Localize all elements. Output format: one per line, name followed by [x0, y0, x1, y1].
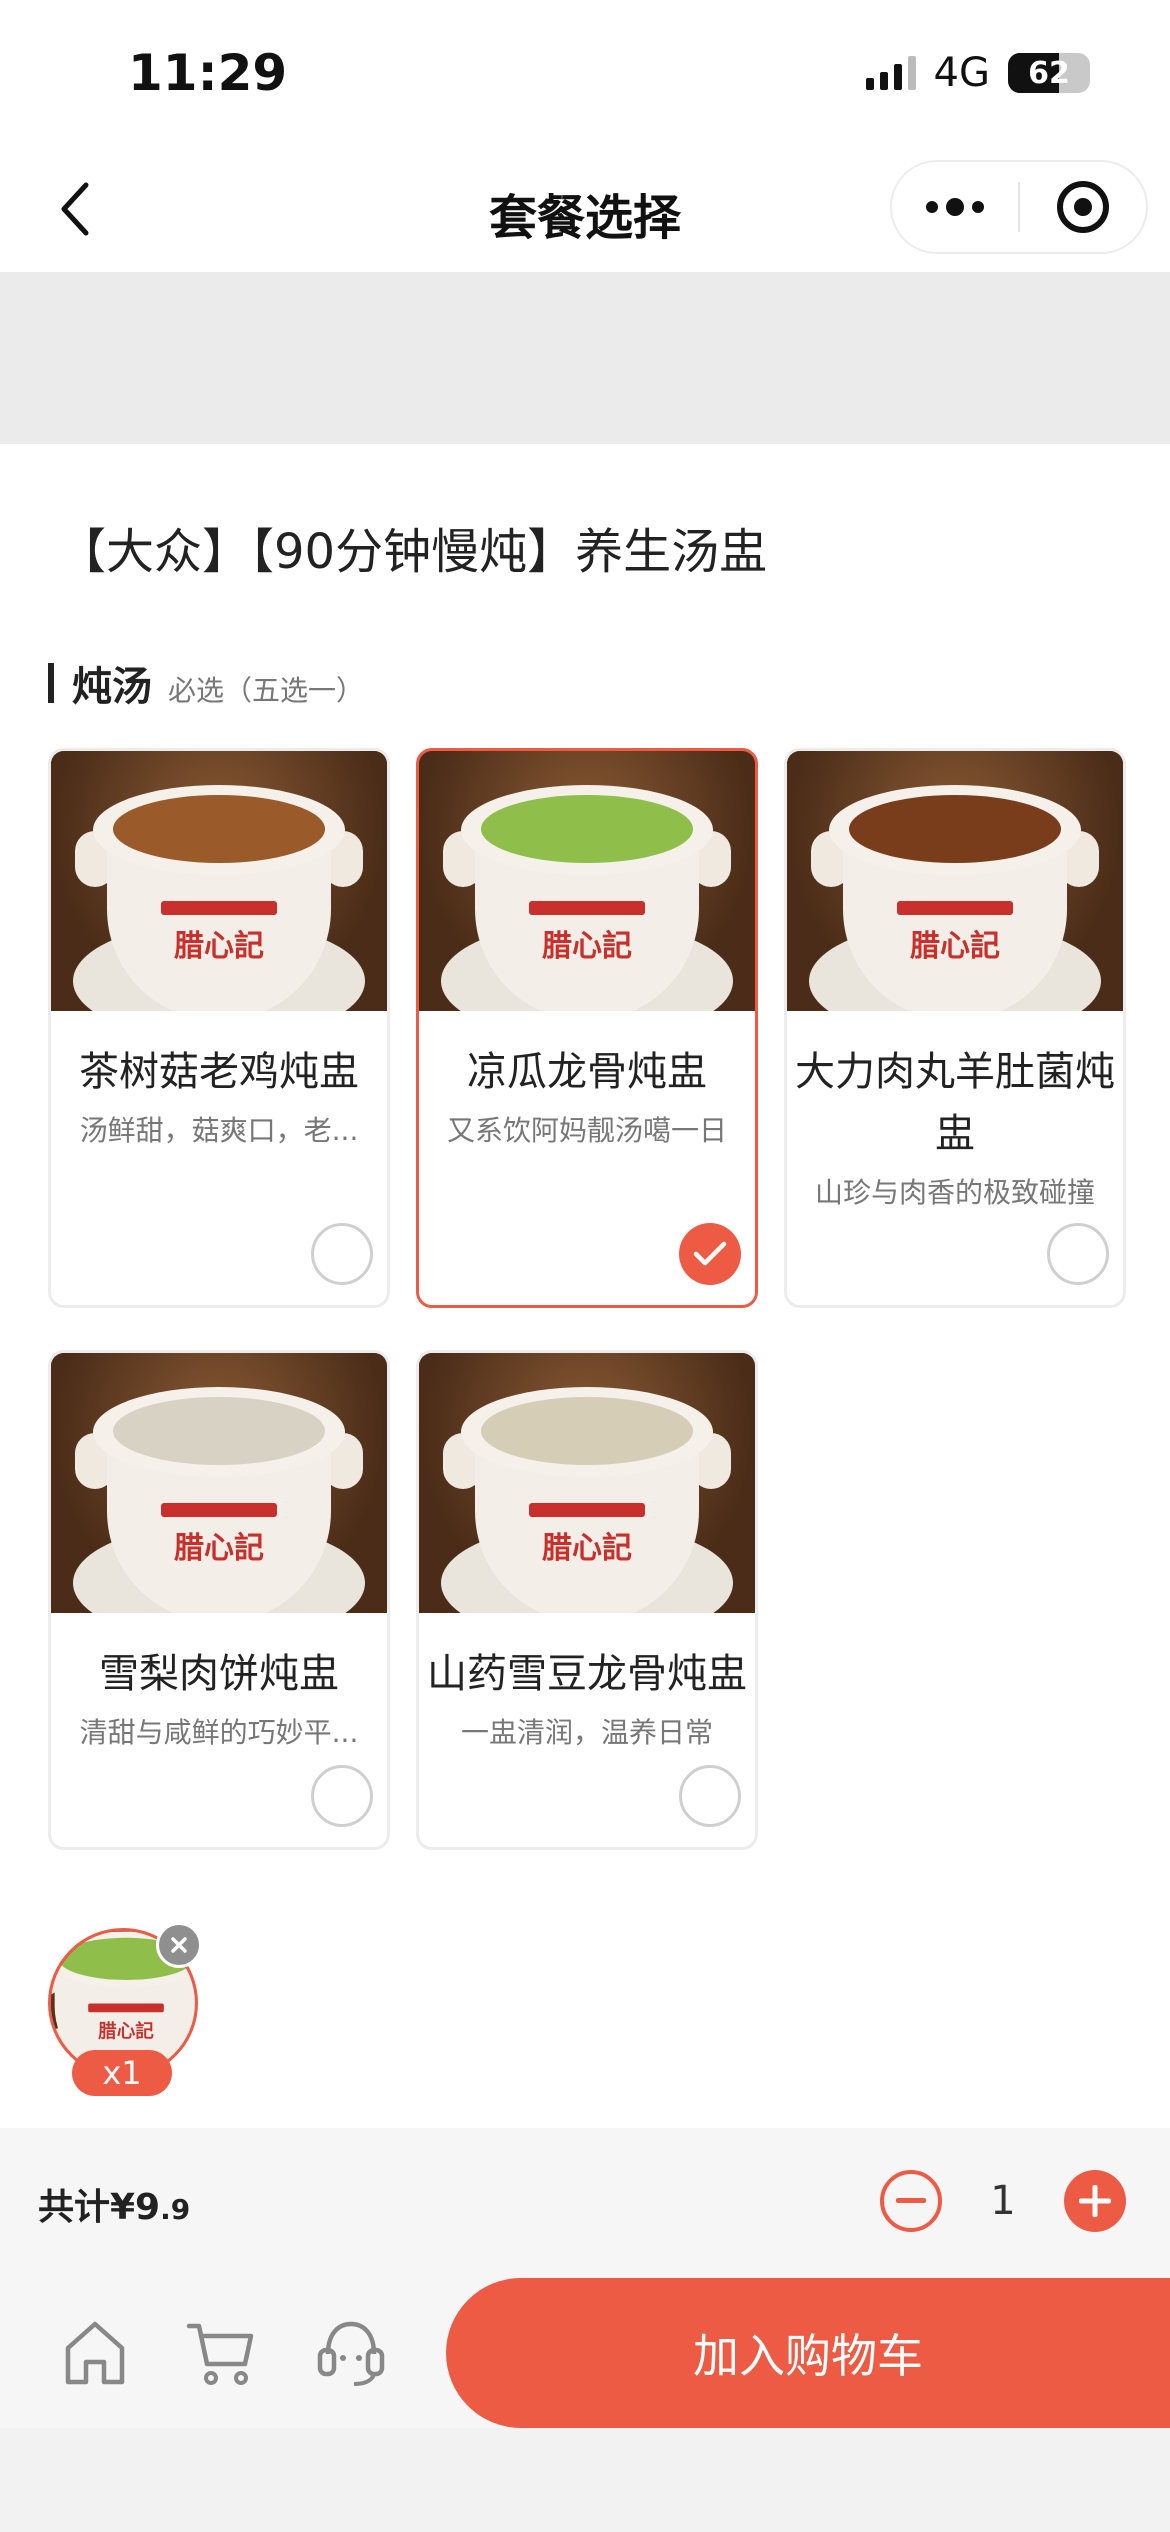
- selected-qty-badge: x1: [72, 2050, 172, 2096]
- option-card[interactable]: 腊心記大力肉丸羊肚菌炖盅山珍与肉香的极致碰撞: [784, 748, 1126, 1308]
- more-dots-icon: [926, 198, 984, 216]
- pot-logo: 腊心記: [174, 929, 264, 964]
- target-icon: [1057, 181, 1109, 233]
- product-title: 【大众】【90分钟慢炖】养生汤盅: [58, 524, 768, 580]
- selected-item-chip: 腊心記 x1: [48, 1922, 208, 2098]
- dish-photo: 腊心記: [51, 1353, 387, 1613]
- pot-logo: 腊心記: [174, 1531, 264, 1566]
- quantity-value: 1: [990, 2178, 1016, 2224]
- option-name: 大力肉丸羊肚菌炖盅: [795, 1049, 1115, 1157]
- pot-logo: 腊心記: [542, 929, 632, 964]
- soup: [481, 1397, 693, 1465]
- increment-button[interactable]: [1064, 2170, 1126, 2232]
- cart-icon[interactable]: [184, 2316, 258, 2390]
- total-price-cents: .9: [160, 2193, 191, 2226]
- pot-band: [161, 1503, 277, 1517]
- status-bar: 11:29 4G 62: [0, 0, 1170, 150]
- home-indicator-area: [0, 2428, 1170, 2532]
- battery-level: 62: [1028, 55, 1070, 91]
- pot-logo: 腊心記: [98, 2020, 154, 2043]
- total-price: 共计¥9.9: [38, 2178, 190, 2230]
- nav-bar: 套餐选择: [0, 150, 1170, 272]
- radio-icon[interactable]: [311, 1765, 373, 1827]
- add-to-cart-button[interactable]: 加入购物车: [446, 2278, 1170, 2428]
- section-note: 必选（五选一）: [168, 674, 365, 707]
- main-content: 【大众】【90分钟慢炖】养生汤盅 炖汤 必选（五选一） 腊心記 茶树菇老鸡炖盅 汤鲜…: [0, 444, 1170, 2128]
- dish-photo: 腊心記: [419, 751, 755, 1011]
- radio-icon[interactable]: [311, 1223, 373, 1285]
- pot-logo: 腊心記: [910, 929, 1000, 964]
- pot-band: [161, 901, 277, 915]
- dish-photo: 腊心記: [51, 751, 387, 1011]
- option-desc: 清甜与咸鲜的巧妙平...: [79, 1716, 359, 1749]
- dish-photo: 腊心記: [787, 751, 1123, 1011]
- soup: [113, 1397, 325, 1465]
- status-time: 11:29: [128, 44, 288, 102]
- radio-checked-icon[interactable]: [679, 1223, 741, 1285]
- network-label: 4G: [933, 50, 990, 96]
- option-desc: 汤鲜甜，菇爽口，老...: [79, 1114, 359, 1147]
- option-name: 山药雪豆龙骨炖盅: [427, 1651, 747, 1697]
- radio-icon[interactable]: [1047, 1223, 1109, 1285]
- signal-icon: [865, 56, 916, 90]
- section-marker: [48, 663, 54, 703]
- total-bar: 共计¥9.9 1: [0, 2128, 1170, 2278]
- chevron-left-icon[interactable]: [40, 174, 110, 244]
- radio-icon[interactable]: [679, 1765, 741, 1827]
- soup: [113, 795, 325, 863]
- option-name: 茶树菇老鸡炖盅: [79, 1049, 359, 1095]
- pot-logo: 腊心記: [542, 1531, 632, 1566]
- minus-icon: [896, 2198, 926, 2203]
- pot-band: [529, 901, 645, 915]
- more-button[interactable]: [892, 162, 1018, 252]
- home-icon[interactable]: [58, 2316, 132, 2390]
- option-card[interactable]: 腊心記雪梨肉饼炖盅清甜与咸鲜的巧妙平...: [48, 1350, 390, 1850]
- section-title: 炖汤: [72, 664, 152, 710]
- option-desc: 一盅清润，温养日常: [460, 1716, 713, 1749]
- mini-program-capsule: [890, 160, 1148, 254]
- remove-button[interactable]: [156, 1922, 202, 1968]
- option-desc: 又系饮阿妈靓汤噶一日: [446, 1114, 727, 1147]
- status-indicators: 4G 62: [865, 50, 1090, 96]
- option-desc: 山珍与肉香的极致碰撞: [814, 1176, 1095, 1209]
- option-card[interactable]: 腊心記茶树菇老鸡炖盅汤鲜甜，菇爽口，老...: [48, 748, 390, 1308]
- plus-icon: [1079, 2185, 1111, 2217]
- quantity-stepper: 1: [880, 2170, 1126, 2232]
- pot-band: [529, 1503, 645, 1517]
- option-card[interactable]: 腊心記山药雪豆龙骨炖盅一盅清润，温养日常: [416, 1350, 758, 1850]
- battery-icon: 62: [1008, 53, 1090, 93]
- dish-photo: 腊心記: [419, 1353, 755, 1613]
- option-card[interactable]: 腊心記凉瓜龙骨炖盅又系饮阿妈靓汤噶一日: [416, 748, 758, 1308]
- close-icon: [171, 1937, 187, 1953]
- soup: [481, 795, 693, 863]
- option-name: 雪梨肉饼炖盅: [99, 1651, 339, 1697]
- decrement-button[interactable]: [880, 2170, 942, 2232]
- option-name: 凉瓜龙骨炖盅: [467, 1049, 707, 1095]
- bottom-action-bar: 加入购物车: [0, 2278, 1170, 2428]
- close-button[interactable]: [1020, 162, 1146, 252]
- total-price-main: 共计¥9: [38, 2187, 161, 2228]
- banner-placeholder: [0, 272, 1170, 444]
- customer-service-icon[interactable]: [314, 2316, 388, 2390]
- pot-band: [88, 2003, 164, 2013]
- soup: [849, 795, 1061, 863]
- pot-band: [897, 901, 1013, 915]
- section-header: 炖汤 必选（五选一）: [48, 654, 364, 712]
